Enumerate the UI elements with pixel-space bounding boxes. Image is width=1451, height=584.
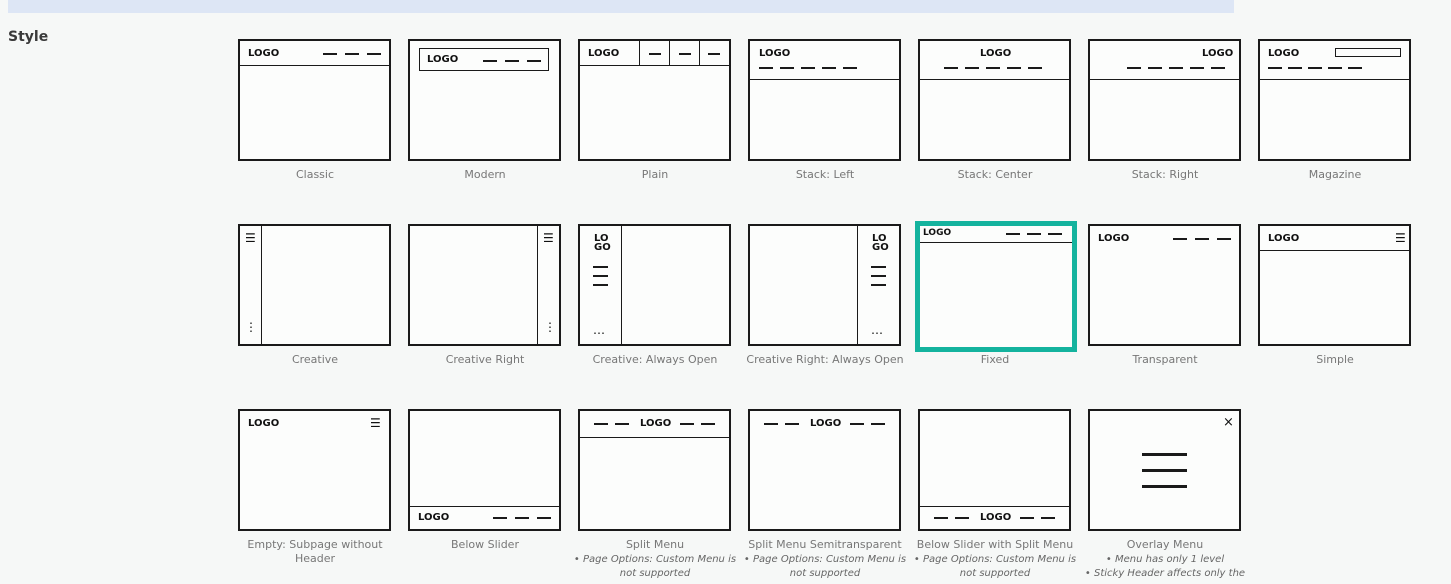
- thumbnail-simple: LOGO ☰: [1258, 224, 1411, 346]
- thumb-logo: LOGO: [923, 228, 952, 238]
- style-label: Creative Right: [445, 353, 525, 366]
- thumb-logo-bottom: GO: [872, 242, 889, 253]
- style-option-plain[interactable]: LOGO Plain: [570, 39, 740, 214]
- style-label: Magazine: [1308, 168, 1362, 181]
- dots-horizontal-icon: ⋯: [871, 326, 883, 340]
- style-note: • Page Options: Custom Menu is: [743, 554, 907, 565]
- thumbnail-magazine: LOGO: [1258, 39, 1411, 161]
- style-option-split-menu-semitransparent[interactable]: LOGO Split Menu Semitransparent • Page O…: [740, 409, 910, 584]
- style-option-stack-right[interactable]: LOGO Stack: Right: [1080, 39, 1250, 214]
- style-label: Modern: [464, 168, 506, 181]
- style-label: Transparent: [1132, 353, 1198, 366]
- style-option-creative[interactable]: ☰ ⋮ Creative: [230, 224, 400, 399]
- thumbnail-split-menu: LOGO: [578, 409, 731, 531]
- dots-vertical-icon: ⋮: [544, 320, 556, 334]
- style-label: Overlay Menu: [1126, 538, 1204, 551]
- style-option-below-slider-split-menu[interactable]: LOGO Below Slider with Split Menu • Page…: [910, 409, 1080, 584]
- style-option-stack-left[interactable]: LOGO Stack: Left: [740, 39, 910, 214]
- thumb-logo: LOGO: [980, 512, 1012, 523]
- style-label: Stack: Right: [1131, 168, 1199, 181]
- style-option-creative-right[interactable]: ☰ ⋮ Creative Right: [400, 224, 570, 399]
- thumb-logo: LOGO: [640, 418, 672, 429]
- hamburger-icon: ☰: [543, 231, 554, 245]
- style-note: not supported: [959, 568, 1031, 579]
- thumbnail-creative: ☰ ⋮: [238, 224, 391, 346]
- thumb-logo: LOGO: [759, 48, 791, 59]
- style-label: Below Slider with Split Menu: [916, 538, 1074, 551]
- style-label: Stack: Left: [795, 168, 855, 181]
- style-label: Creative: Always Open: [592, 353, 718, 366]
- style-option-creative-right-always-open[interactable]: LO GO ⋯ Creative Right: Always Open: [740, 224, 910, 399]
- thumbnail-overlay-menu: ×: [1088, 409, 1241, 531]
- thumb-logo: LOGO: [1268, 233, 1300, 244]
- thumb-logo-bottom: GO: [594, 242, 611, 253]
- style-option-creative-always-open[interactable]: LO GO ⋯ Creative: Always Open: [570, 224, 740, 399]
- style-option-below-slider[interactable]: LOGO Below Slider: [400, 409, 570, 584]
- thumb-logo: LOGO: [248, 48, 280, 59]
- dots-vertical-icon: ⋮: [245, 320, 257, 334]
- style-option-overlay-menu[interactable]: × Overlay Menu • Menu has only 1 level •…: [1080, 409, 1250, 584]
- style-label: Fixed: [980, 353, 1010, 366]
- hamburger-icon: ☰: [370, 416, 381, 430]
- style-option-simple[interactable]: LOGO ☰ Simple: [1250, 224, 1420, 399]
- section-title: Style: [8, 29, 49, 45]
- thumb-logo: LOGO: [1202, 48, 1234, 59]
- thumb-logo: LOGO: [810, 418, 842, 429]
- style-option-empty-subpage[interactable]: LOGO ☰ Empty: Subpage without Header: [230, 409, 400, 584]
- style-option-stack-center[interactable]: LOGO Stack: Center: [910, 39, 1080, 214]
- style-option-modern[interactable]: LOGO Modern: [400, 39, 570, 214]
- thumbnail-classic: LOGO: [238, 39, 391, 161]
- thumb-logo: LOGO: [418, 512, 450, 523]
- thumb-logo: LOGO: [588, 48, 620, 59]
- thumbnail-below-slider: LOGO: [408, 409, 561, 531]
- thumbnail-empty-subpage: LOGO ☰: [238, 409, 391, 531]
- style-option-magazine[interactable]: LOGO Magazine: [1250, 39, 1420, 214]
- style-note: • Sticky Header affects only the: [1084, 568, 1246, 579]
- thumbnail-split-menu-semitransparent: LOGO: [748, 409, 901, 531]
- style-label: Split Menu: [625, 538, 685, 551]
- style-label: Creative: [291, 353, 339, 366]
- style-note: • Menu has only 1 level: [1105, 554, 1225, 565]
- dots-horizontal-icon: ⋯: [593, 326, 605, 340]
- style-label: Empty: Subpage without Header: [247, 538, 383, 565]
- thumbnail-stack-left: LOGO: [748, 39, 901, 161]
- style-note: • Page Options: Custom Menu is: [913, 554, 1077, 565]
- thumbnail-creative-always-open: LO GO ⋯: [578, 224, 731, 346]
- hamburger-icon: [1142, 453, 1187, 456]
- thumb-logo: LOGO: [248, 418, 280, 429]
- style-label: Split Menu Semitransparent: [748, 538, 902, 551]
- style-note: • Page Options: Custom Menu is: [573, 554, 737, 565]
- thumb-logo: LOGO: [1268, 48, 1300, 59]
- style-label: Classic: [295, 168, 335, 181]
- thumbnail-creative-right: ☰ ⋮: [408, 224, 561, 346]
- hamburger-icon: ☰: [1395, 231, 1406, 245]
- top-info-bar: [8, 0, 1234, 13]
- style-note: not supported: [619, 568, 691, 579]
- style-label: Simple: [1316, 353, 1354, 366]
- style-label: Stack: Center: [957, 168, 1033, 181]
- hamburger-icon: ☰: [245, 231, 256, 245]
- thumbnail-stack-right: LOGO: [1088, 39, 1241, 161]
- style-option-fixed[interactable]: LOGO Fixed: [910, 221, 1080, 399]
- thumbnail-fixed: LOGO: [915, 221, 1077, 352]
- style-note: not supported: [789, 568, 861, 579]
- thumb-logo: LOGO: [427, 54, 459, 65]
- thumb-logo: LOGO: [980, 48, 1012, 59]
- thumbnail-transparent: LOGO: [1088, 224, 1241, 346]
- thumbnail-below-slider-split-menu: LOGO: [918, 409, 1071, 531]
- thumbnail-stack-center: LOGO: [918, 39, 1071, 161]
- thumbnail-creative-right-always-open: LO GO ⋯: [748, 224, 901, 346]
- style-label: Below Slider: [451, 538, 519, 551]
- thumb-logo: LOGO: [1098, 233, 1130, 244]
- style-option-transparent[interactable]: LOGO Transparent: [1080, 224, 1250, 399]
- style-label: Creative Right: Always Open: [746, 353, 904, 366]
- style-option-classic[interactable]: LOGO Classic: [230, 39, 400, 214]
- style-label: Plain: [641, 168, 669, 181]
- close-icon: ×: [1223, 415, 1234, 430]
- thumbnail-plain: LOGO: [578, 39, 731, 161]
- style-option-split-menu[interactable]: LOGO Split Menu • Page Options: Custom M…: [570, 409, 740, 584]
- thumbnail-modern: LOGO: [408, 39, 561, 161]
